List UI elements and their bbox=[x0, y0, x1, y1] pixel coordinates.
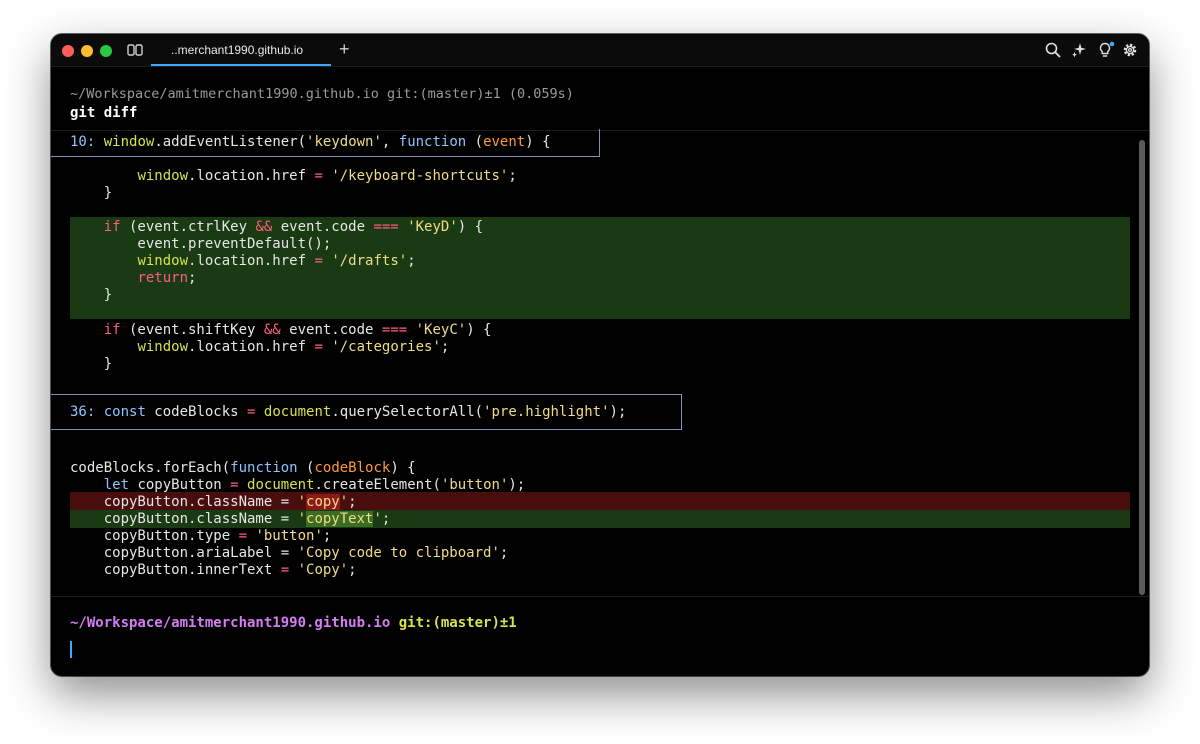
input-prompt-area[interactable]: ~/Workspace/amitmerchant1990.github.io g… bbox=[51, 596, 1149, 676]
code-line: } bbox=[70, 185, 113, 201]
sparkle-icon[interactable] bbox=[1071, 42, 1087, 58]
gear-icon[interactable] bbox=[1122, 42, 1138, 58]
code-line-added: event.preventDefault(); bbox=[70, 236, 332, 252]
hunk-header-line: 10: window.addEventListener('keydown', f… bbox=[70, 134, 551, 150]
scrollbar[interactable] bbox=[1139, 140, 1145, 595]
code-line: if (event.shiftKey && event.code === 'Ke… bbox=[103, 322, 492, 338]
terminal-window: ..merchant1990.github.io + ~/Workspace/a… bbox=[51, 34, 1149, 676]
minimize-button[interactable] bbox=[81, 45, 93, 57]
code-line: } bbox=[70, 356, 113, 372]
prompt-path: ~/Workspace/amitmerchant1990.github.io bbox=[70, 615, 391, 631]
code-line: window.location.href = '/categories'; bbox=[137, 339, 450, 355]
sidebar-icon[interactable] bbox=[127, 43, 143, 57]
prompt-git-status: git:(master)±1 bbox=[390, 615, 517, 631]
search-icon[interactable] bbox=[1045, 42, 1061, 58]
code-line: copyButton.ariaLabel = 'Copy code to cli… bbox=[70, 545, 509, 561]
command-meta: ~/Workspace/amitmerchant1990.github.io g… bbox=[70, 86, 574, 102]
text-cursor[interactable] bbox=[70, 641, 72, 658]
tab-label: ..merchant1990.github.io bbox=[171, 43, 304, 57]
zoom-button[interactable] bbox=[100, 45, 112, 57]
tab-active[interactable]: ..merchant1990.github.io bbox=[151, 34, 331, 66]
code-line: copyButton.innerText = 'Copy'; bbox=[70, 562, 357, 578]
code-line-added: } bbox=[70, 287, 113, 303]
code-line-added: if (event.ctrlKey && event.code === 'Key… bbox=[103, 219, 484, 235]
lightbulb-icon[interactable] bbox=[1097, 41, 1115, 59]
code-line-removed: copyButton.className = 'copy'; bbox=[70, 494, 357, 510]
code-line-added: return; bbox=[137, 270, 197, 286]
code-line: window.location.href = '/keyboard-shortc… bbox=[137, 168, 517, 184]
code-line: copyButton.type = 'button'; bbox=[70, 528, 332, 544]
title-bar: ..merchant1990.github.io + bbox=[51, 34, 1149, 67]
hunk-header-line: 36: const codeBlocks = document.querySel… bbox=[70, 404, 627, 420]
close-button[interactable] bbox=[62, 45, 74, 57]
code-line: codeBlocks.forEach(function (codeBlock) … bbox=[70, 460, 416, 476]
diff-output: 10: window.addEventListener('keydown', f… bbox=[51, 129, 1149, 596]
code-line-added: copyButton.className = 'copyText'; bbox=[70, 511, 391, 527]
command-text: git diff bbox=[70, 105, 138, 121]
command-block-header: ~/Workspace/amitmerchant1990.github.io g… bbox=[51, 67, 1149, 131]
prompt-line: ~/Workspace/amitmerchant1990.github.io g… bbox=[70, 615, 517, 631]
code-line-added: window.location.href = '/drafts'; bbox=[137, 253, 416, 269]
new-tab-button[interactable]: + bbox=[339, 39, 350, 60]
